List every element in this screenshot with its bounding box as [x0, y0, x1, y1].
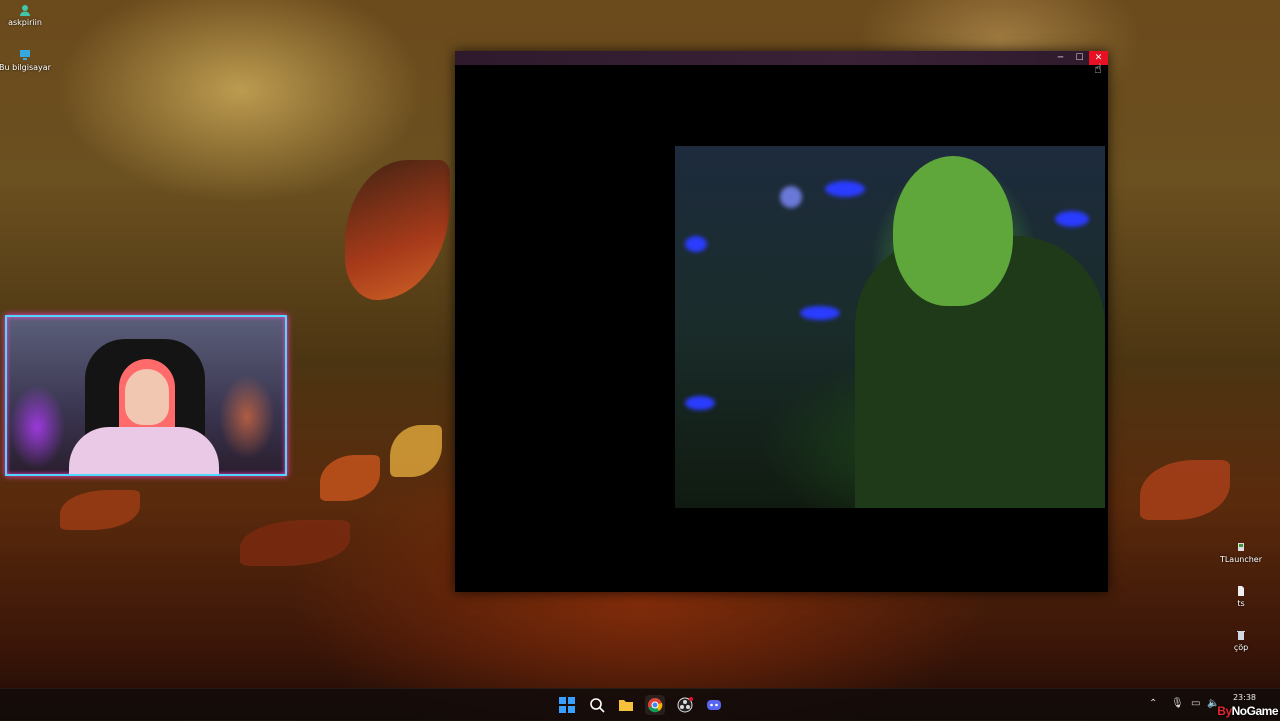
tray-overflow-icon[interactable]: ⌃ — [1149, 698, 1157, 709]
mouse-cursor-icon: ☝ — [1094, 62, 1102, 77]
recycle-bin-icon — [1237, 631, 1245, 640]
chrome-icon — [648, 698, 663, 713]
watermark-text: NoGame — [1231, 704, 1279, 718]
remote-video-feed — [675, 146, 1105, 508]
window-titlebar[interactable]: ─ ☐ ✕ — [455, 51, 1108, 65]
file-icon — [1238, 586, 1244, 596]
minimize-icon: ─ — [1057, 53, 1064, 63]
file-explorer-button[interactable] — [616, 695, 636, 715]
user-icon — [20, 5, 30, 16]
person-face — [893, 156, 1013, 306]
watermark-prefix: By — [1217, 704, 1232, 718]
taskbar: ⌃ 🎙 ▭ 🔈 23:38 — [0, 688, 1280, 721]
channel-watermark: ByNoGame — [1217, 704, 1278, 718]
microphone-icon[interactable]: 🎙 — [1171, 698, 1184, 709]
desktop-icon-label: askpiriin — [8, 18, 42, 27]
desktop-icon-label: TLauncher — [1219, 555, 1263, 564]
network-icon[interactable]: ▭ — [1191, 698, 1200, 709]
discord-icon — [707, 700, 721, 710]
clock-time: 23:38 — [1232, 693, 1256, 702]
light-blob — [800, 306, 840, 320]
wallpaper-leaf — [320, 455, 380, 501]
maximize-button[interactable]: ☐ — [1070, 51, 1089, 65]
desktop-icon-label: ts — [1237, 599, 1245, 608]
minimize-button[interactable]: ─ — [1051, 51, 1070, 65]
streamer-webcam-overlay — [5, 315, 287, 476]
desktop-icon-label: Bu bilgisayar — [0, 63, 51, 72]
streamer-body — [69, 427, 219, 474]
light-blob — [1055, 211, 1089, 227]
taskbar-clock[interactable]: 23:38 — [1233, 693, 1256, 703]
desktop-icon-cop[interactable]: çöp — [1211, 629, 1271, 652]
obs-button[interactable] — [675, 695, 695, 715]
wallpaper-leaf — [390, 425, 442, 477]
wallpaper-dragon-wing — [345, 160, 450, 300]
light-blob — [780, 186, 802, 208]
search-icon — [590, 698, 605, 713]
wallpaper-leaf — [60, 490, 140, 530]
desktop-icon-tlauncher[interactable]: TLauncher — [1211, 541, 1271, 564]
maximize-icon: ☐ — [1075, 53, 1084, 63]
search-button[interactable] — [587, 695, 607, 715]
computer-icon — [20, 50, 30, 60]
desktop-icon-label: çöp — [1233, 643, 1249, 652]
obs-icon — [677, 697, 693, 713]
light-blob — [685, 236, 707, 252]
video-call-window[interactable]: ─ ☐ ✕ — [455, 51, 1108, 592]
desktop-icon-ts[interactable]: ts — [1211, 585, 1271, 608]
desktop-icon-bu-bilgisayar[interactable]: Bu bilgisayar — [0, 49, 55, 72]
wallpaper-leaf — [240, 520, 350, 566]
light-blob — [825, 181, 865, 197]
windows-icon — [559, 697, 575, 713]
streamer-face — [125, 369, 169, 425]
discord-button[interactable] — [704, 695, 724, 715]
chrome-button[interactable] — [645, 695, 665, 715]
app-icon — [1238, 543, 1244, 551]
wallpaper-leaf — [1140, 460, 1230, 520]
start-button[interactable] — [557, 695, 577, 715]
folder-icon — [619, 700, 633, 711]
desktop-icon-askpiriin[interactable]: askpiriin — [0, 4, 55, 27]
light-blob — [685, 396, 715, 410]
